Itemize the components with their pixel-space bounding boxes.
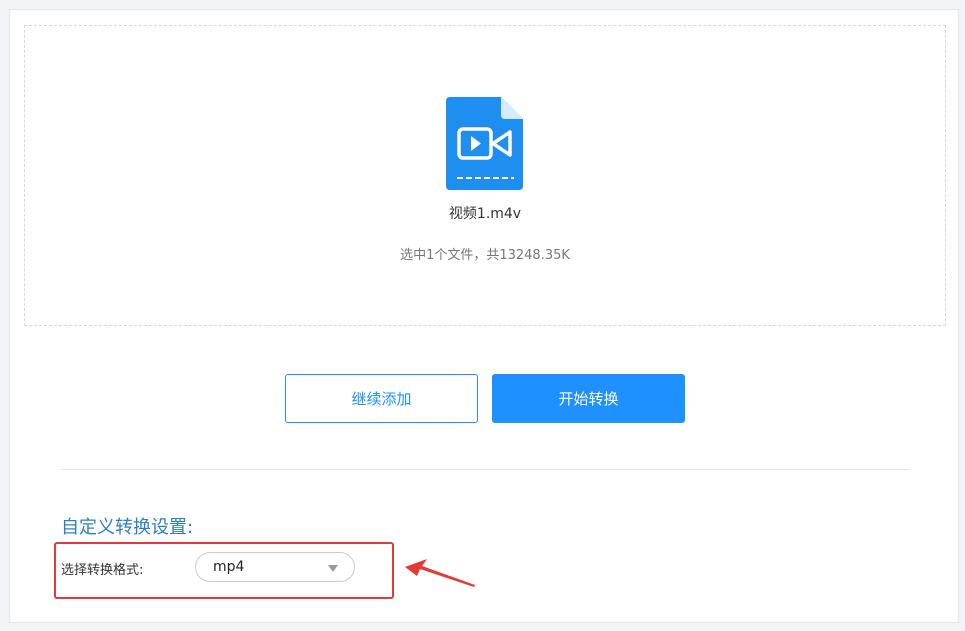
- video-file-icon: [446, 97, 523, 190]
- format-select[interactable]: mp4: [195, 552, 355, 582]
- file-name: 视频1.m4v: [448, 206, 522, 222]
- format-select-value: mp4: [213, 559, 245, 575]
- settings-title: 自定义转换设置:: [61, 517, 194, 538]
- chevron-down-icon: [328, 565, 338, 572]
- file-summary: 选中1个文件，共13248.35K: [400, 248, 570, 263]
- start-convert-button[interactable]: 开始转换: [492, 374, 685, 423]
- format-label: 选择转换格式:: [61, 563, 144, 578]
- section-divider: [61, 469, 909, 470]
- add-more-button[interactable]: 继续添加: [285, 374, 478, 423]
- annotation-arrow-icon: [405, 559, 475, 587]
